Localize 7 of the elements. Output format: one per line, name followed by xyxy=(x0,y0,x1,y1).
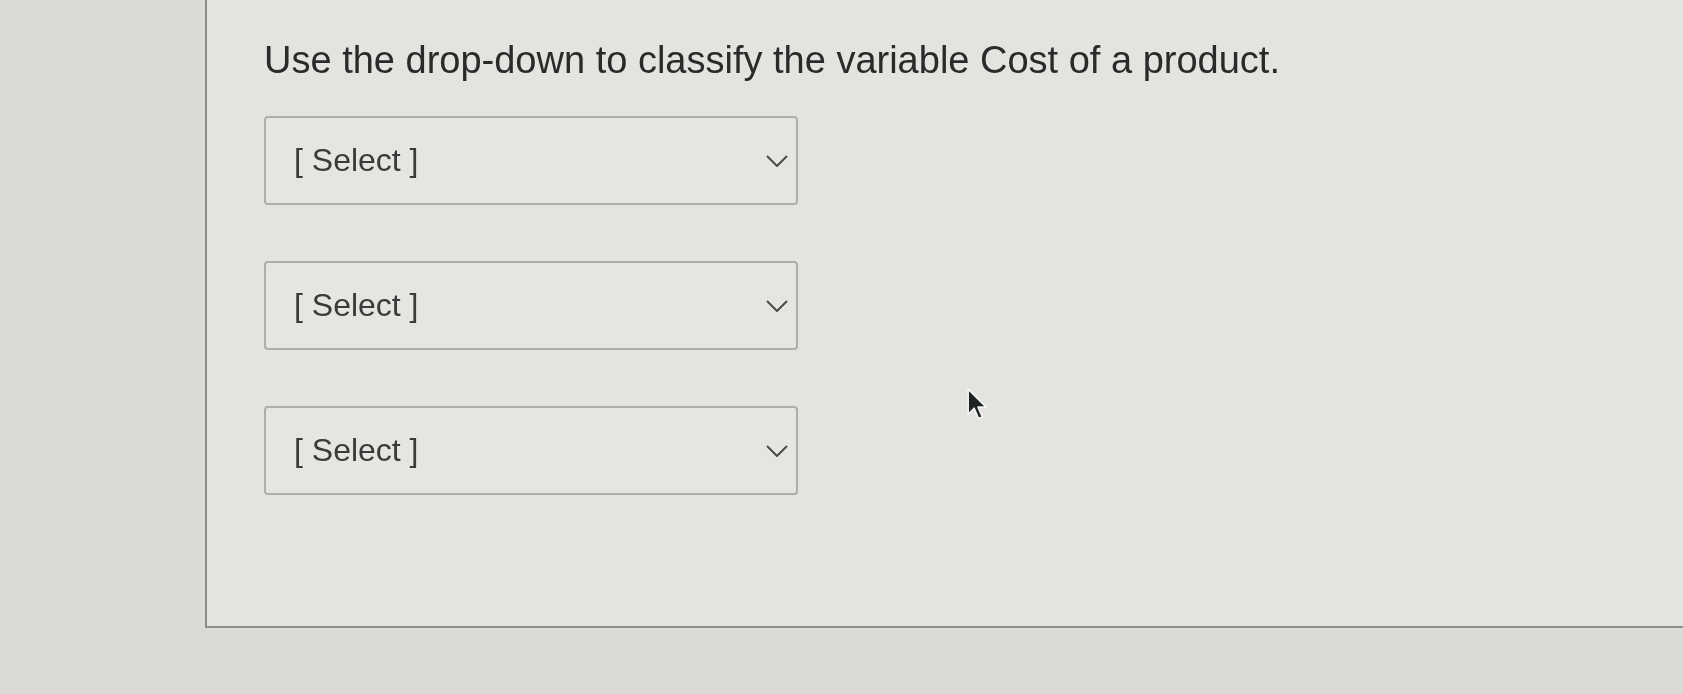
dropdown[interactable]: [ Select ] xyxy=(264,406,798,495)
dropdown[interactable]: [ Select ] xyxy=(264,261,798,350)
dropdown[interactable]: [ Select ] xyxy=(264,116,798,205)
chevron-down-icon xyxy=(766,299,788,312)
chevron-down-icon xyxy=(766,154,788,167)
chevron-down-icon xyxy=(766,444,788,457)
question-text: Use the drop-down to classify the variable Cost of a product. xyxy=(264,38,1281,82)
